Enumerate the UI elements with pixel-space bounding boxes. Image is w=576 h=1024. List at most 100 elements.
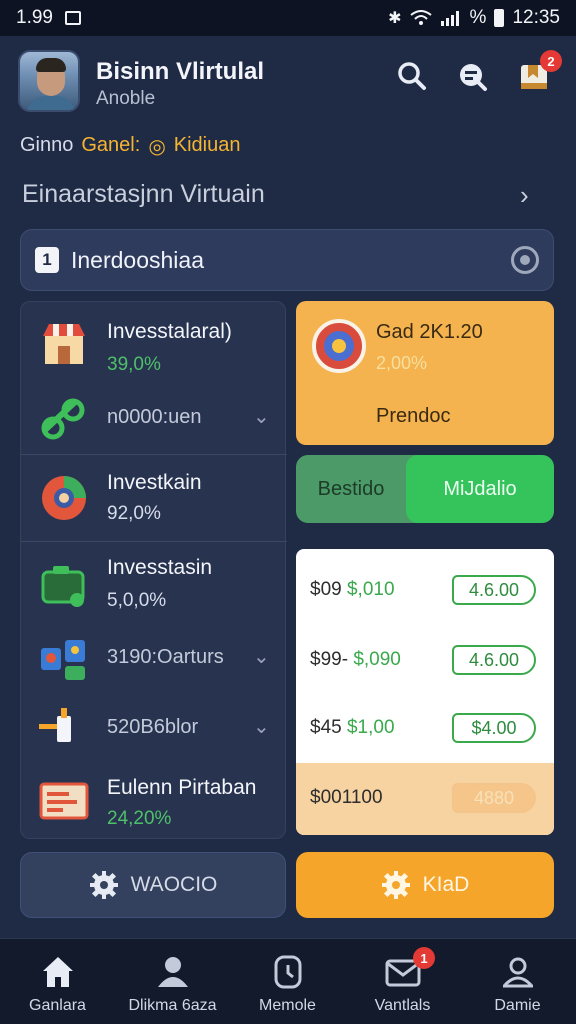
gear-icon — [381, 871, 410, 899]
chevron-down-icon[interactable]: ⌄ — [253, 404, 270, 429]
notifications-button[interactable]: 2 — [516, 50, 562, 94]
item-value: 39,0% — [107, 354, 161, 375]
dashboard-badge: 1 — [35, 247, 59, 273]
gold-card-title: Gad 2K1.20 — [376, 321, 483, 343]
offer-price: $45 $1,00 — [310, 717, 395, 739]
item-subtext: n0000:uen — [107, 406, 202, 428]
offer-price-a: $09 — [310, 579, 342, 600]
offers-card: $09 $,010 4.6.00 $99- $,090 4.6.00 $45 $… — [296, 549, 554, 835]
game-label: Ginno — [20, 134, 74, 156]
offer-price-b: $,010 — [346, 579, 395, 600]
settings-button-label: WAOCIO — [130, 873, 218, 896]
search-button[interactable] — [394, 58, 430, 94]
nav-label: Dlikma 6aza — [128, 997, 217, 1014]
action-button-label: KIaD — [422, 873, 470, 896]
game-name[interactable]: Ganel: — [81, 134, 140, 159]
toggle-option-on[interactable]: MiJdalio — [406, 455, 554, 523]
item-subtext: 520B6blor — [107, 716, 199, 738]
investment-list: Invesstalaral) 39,0% n0000:uen ⌄ Investk… — [20, 301, 287, 839]
clock-icon — [274, 955, 301, 989]
battery-icon — [494, 9, 505, 27]
nav-item-messages[interactable]: 1 Vantlals — [345, 939, 460, 1024]
item-name: Invesstasin — [107, 556, 213, 579]
offer-price-b: $1,00 — [346, 717, 395, 738]
app-title: Bisinn Vlirtulal — [96, 58, 265, 85]
app-subtitle: Anoble — [96, 88, 156, 109]
currency-name[interactable]: Kidiuan — [174, 134, 241, 159]
settings-button[interactable]: WAOCIO — [20, 852, 286, 918]
chevron-down-icon[interactable]: ⌄ — [253, 644, 270, 669]
profile-icon — [502, 957, 533, 988]
user-icon — [157, 957, 188, 987]
item-value: 24,20% — [107, 808, 172, 829]
nav-label: Memole — [259, 997, 316, 1014]
item-name: Invesstalaral) — [107, 320, 232, 343]
nav-label: Damie — [494, 997, 541, 1014]
bluetooth-icon: ✱ — [388, 10, 402, 27]
dashboard-bar-label: Inerdooshiaa — [71, 246, 204, 273]
status-time-left: 1.99 — [16, 7, 53, 28]
nav-item-profile[interactable]: Damie — [460, 939, 575, 1024]
nav-item-home[interactable]: Ganlara — [0, 939, 115, 1024]
nav-item-users[interactable]: Dlikma 6aza — [115, 939, 230, 1024]
dashboard-bar[interactable]: 1 Inerdooshiaa — [20, 229, 554, 291]
chart-circle-icon — [42, 476, 86, 520]
section-title[interactable]: Einaarstasjnn Virtuain — [22, 180, 265, 209]
image-notification-icon — [64, 11, 81, 25]
toggle-option-off[interactable]: Bestido — [296, 455, 406, 523]
filter-search-button[interactable] — [454, 58, 490, 94]
action-button[interactable]: KIaD — [296, 852, 554, 918]
status-time-right: 12:35 — [512, 7, 560, 28]
chevron-right-icon[interactable]: › — [520, 180, 529, 211]
offer-row[interactable]: $99- $,090 4.6.00 — [296, 625, 554, 695]
battery-percent: % — [469, 7, 487, 28]
offer-tag-button[interactable]: $4.00 — [452, 713, 536, 743]
bottom-nav: Ganlara Dlikma 6aza Memole 1 Vantlals Da… — [0, 938, 576, 1024]
offer-price-a: $45 — [310, 717, 342, 738]
offer-price-a: $001100 — [310, 787, 383, 808]
list-item[interactable]: Investkain 92,0% — [21, 455, 287, 541]
status-bar: 1.99 ✱ % 12:35 — [0, 0, 576, 36]
list-item[interactable]: Invesstalaral) 39,0% n0000:uen ⌄ — [21, 302, 287, 454]
offer-price-a: $99- — [310, 649, 349, 670]
target-icon[interactable] — [511, 246, 539, 274]
nav-label: Ganlara — [29, 997, 86, 1014]
filter-search-icon — [460, 64, 487, 91]
list-item[interactable]: 520B6blor ⌄ Eulenn Pirtaban 24,20% — [21, 692, 287, 838]
item-name: Eulenn Pirtaban — [107, 776, 257, 799]
offer-tag-button[interactable]: 4.6.00 — [452, 575, 536, 605]
store-icon — [43, 324, 85, 364]
offer-row[interactable]: $09 $,010 4.6.00 — [296, 555, 554, 625]
offer-row[interactable]: $45 $1,00 $4.00 — [296, 693, 554, 763]
gold-card[interactable]: Gad 2K1.20 2,00% Prendoc — [296, 301, 554, 445]
offer-tag-button[interactable]: 4880 — [452, 783, 536, 813]
nav-badge: 1 — [413, 947, 435, 969]
offer-tag-button[interactable]: 4.6.00 — [452, 645, 536, 675]
game-info-row: Ginno Ganel: ◎ Kidiuan — [20, 134, 240, 159]
offer-price: $001100 — [310, 787, 383, 809]
chevron-down-icon[interactable]: ⌄ — [253, 714, 270, 739]
item-value: 92,0% — [107, 503, 161, 524]
mode-toggle[interactable]: Bestido MiJdalio — [296, 455, 554, 523]
gear-icon — [89, 871, 118, 899]
link-icon — [41, 398, 85, 440]
offer-price-b: $,090 — [353, 649, 401, 670]
home-icon — [42, 957, 73, 987]
coin-icon: ◎ — [148, 136, 166, 158]
offer-row[interactable]: $001100 4880 — [296, 763, 554, 835]
nav-item-memo[interactable]: Memole — [230, 939, 345, 1024]
app-header: Bisinn Vlirtulal Anoble 2 — [0, 36, 576, 126]
item-name: Investkain — [107, 471, 202, 494]
offer-price: $99- $,090 — [310, 649, 401, 671]
offer-price: $09 $,010 — [310, 579, 395, 601]
wifi-icon — [409, 10, 432, 25]
list-item[interactable]: Invesstasin 5,0,0% 3190:Oarturs ⌄ — [21, 542, 287, 692]
medal-icon — [312, 319, 366, 373]
ticket-icon — [39, 782, 89, 820]
tool-icon — [39, 708, 71, 742]
gold-card-label: Prendoc — [376, 405, 451, 427]
avatar[interactable] — [18, 50, 80, 112]
wallet-icon — [41, 566, 85, 607]
gold-card-value: 2,00% — [376, 353, 428, 373]
gallery-grid-icon — [41, 640, 85, 680]
